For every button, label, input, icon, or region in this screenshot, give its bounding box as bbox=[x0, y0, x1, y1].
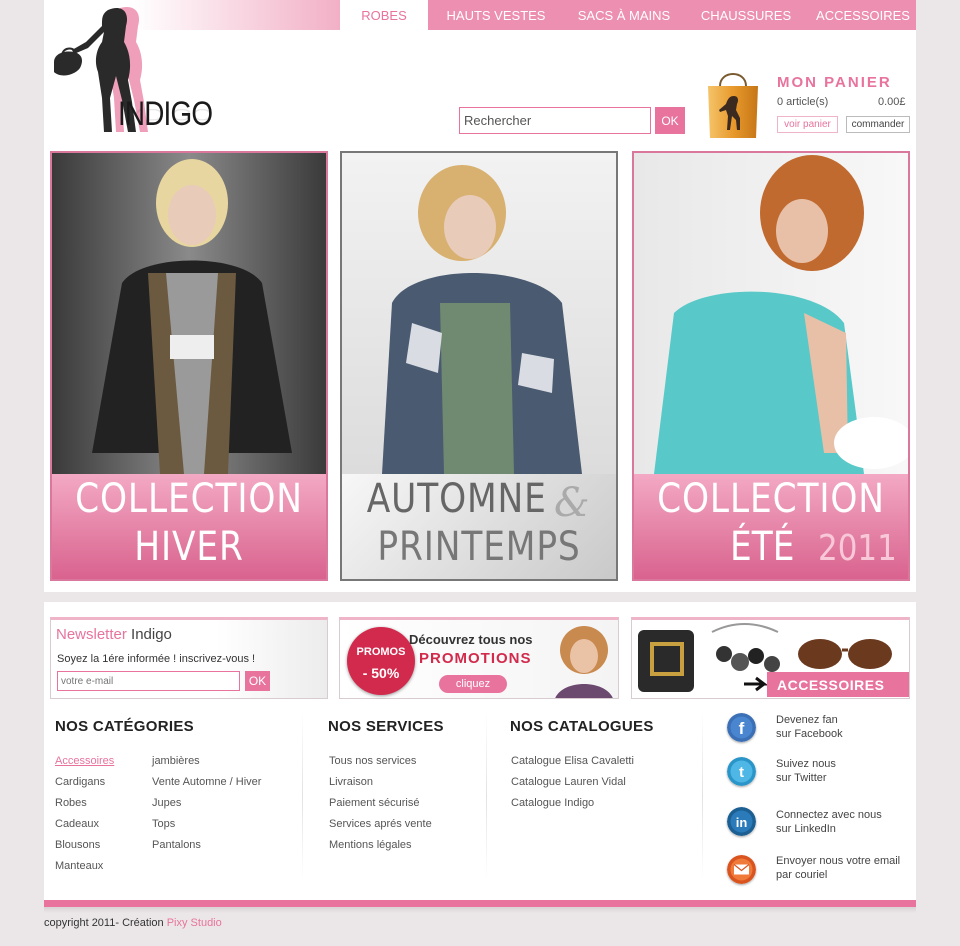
service-link[interactable]: Mentions légales bbox=[329, 839, 412, 851]
category-link[interactable]: jambières bbox=[152, 755, 200, 767]
copyright: copyright 2011- Création Pixy Studio bbox=[44, 917, 222, 929]
banner-year: 2011 bbox=[818, 528, 897, 569]
promo-model-photo bbox=[555, 626, 613, 698]
banner-ampersand: & bbox=[554, 480, 590, 526]
newsletter-text: Soyez la 1ére informée ! inscrivez-vous … bbox=[57, 653, 256, 665]
category-link[interactable]: Vente Automne / Hiver bbox=[152, 776, 261, 788]
column-divider bbox=[702, 712, 703, 880]
catalogue-link[interactable]: Catalogue Lauren Vidal bbox=[511, 776, 626, 788]
nav-accessoires[interactable]: ACCESSOIRES bbox=[808, 0, 918, 30]
promo-click-button[interactable]: cliquez bbox=[439, 675, 507, 693]
social-twitter-text[interactable]: Suivez nous sur Twitter bbox=[776, 757, 916, 785]
newsletter-email-input[interactable] bbox=[57, 671, 240, 691]
social-facebook-text[interactable]: Devenez fan sur Facebook bbox=[776, 713, 916, 741]
catalogues-title: NOS CATALOGUES bbox=[510, 718, 654, 735]
services-title: NOS SERVICES bbox=[328, 718, 444, 735]
svg-text:in: in bbox=[736, 815, 748, 830]
promo-badge-discount: - 50% bbox=[362, 665, 400, 681]
newsletter-submit-button[interactable]: OK bbox=[245, 671, 270, 691]
model-photo bbox=[634, 153, 908, 474]
service-link[interactable]: Tous nos services bbox=[329, 755, 416, 767]
svg-text:t: t bbox=[739, 764, 744, 781]
social-email-text[interactable]: Envoyer nous votre email par couriel bbox=[776, 854, 916, 882]
search-button[interactable]: OK bbox=[655, 107, 685, 134]
social-linkedin-text[interactable]: Connectez avec nous sur LinkedIn bbox=[776, 808, 916, 836]
catalogue-link[interactable]: Catalogue Elisa Cavaletti bbox=[511, 755, 634, 767]
email-icon[interactable] bbox=[727, 855, 756, 884]
promo-badge-label: PROMOS bbox=[356, 646, 406, 658]
category-link[interactable]: Manteaux bbox=[55, 860, 103, 872]
service-link[interactable]: Livraison bbox=[329, 776, 373, 788]
nav-chaussures[interactable]: CHAUSSURES bbox=[692, 0, 800, 30]
logo-reflection: INDIGO bbox=[118, 105, 213, 124]
category-link[interactable]: Cardigans bbox=[55, 776, 105, 788]
studio-link[interactable]: Pixy Studio bbox=[167, 917, 222, 929]
banner-automne-printemps[interactable]: AUTOMNE & PRINTEMPS bbox=[340, 151, 618, 581]
banner-collection-hiver[interactable]: COLLECTION HIVER bbox=[50, 151, 328, 581]
cart-count: 0 article(s) bbox=[777, 96, 829, 108]
banner-caption: COLLECTION ÉTÉ 2011 bbox=[634, 474, 908, 579]
category-link[interactable]: Pantalons bbox=[152, 839, 201, 851]
search-input[interactable] bbox=[459, 107, 651, 134]
banner-line2: ÉTÉ bbox=[730, 524, 795, 570]
category-link[interactable]: Accessoires bbox=[55, 755, 114, 767]
cart-total: 0.00£ bbox=[878, 96, 906, 108]
cart-title: MON PANIER bbox=[777, 74, 892, 91]
banner-caption: COLLECTION HIVER bbox=[52, 474, 326, 579]
footer-shadow bbox=[44, 907, 916, 913]
banner-line1: COLLECTION bbox=[75, 476, 303, 522]
facebook-icon[interactable]: f bbox=[727, 713, 756, 742]
linkedin-icon[interactable]: in bbox=[727, 807, 756, 836]
category-link[interactable]: Tops bbox=[152, 818, 175, 830]
banner-line2: PRINTEMPS bbox=[377, 524, 581, 570]
column-divider bbox=[486, 712, 487, 880]
nav-sacs-a-mains[interactable]: SACS À MAINS bbox=[564, 0, 684, 30]
twitter-icon[interactable]: t bbox=[727, 757, 756, 786]
model-photo bbox=[342, 153, 616, 474]
categories-title: NOS CATÉGORIES bbox=[55, 718, 194, 735]
category-link[interactable]: Blousons bbox=[55, 839, 100, 851]
order-button[interactable]: commander bbox=[846, 116, 910, 133]
category-link[interactable]: Robes bbox=[55, 797, 87, 809]
view-cart-button[interactable]: voir panier bbox=[777, 116, 838, 133]
promo-heading: PROMOTIONS bbox=[419, 650, 532, 667]
category-link[interactable]: Jupes bbox=[152, 797, 181, 809]
banner-collection-ete[interactable]: COLLECTION ÉTÉ 2011 bbox=[632, 151, 910, 581]
column-divider bbox=[302, 712, 303, 880]
banner-caption: AUTOMNE & PRINTEMPS bbox=[342, 474, 616, 579]
banner-line2: HIVER bbox=[134, 524, 244, 570]
service-link[interactable]: Services aprés vente bbox=[329, 818, 432, 830]
banner-line1: COLLECTION bbox=[657, 476, 885, 522]
catalogue-link[interactable]: Catalogue Indigo bbox=[511, 797, 594, 809]
nav-hauts-vestes[interactable]: HAUTS VESTES bbox=[432, 0, 560, 30]
promo-text: Découvrez tous nos bbox=[409, 632, 533, 647]
footer-divider bbox=[44, 900, 916, 907]
svg-text:f: f bbox=[739, 719, 745, 738]
newsletter-title: Newsletter Indigo bbox=[56, 626, 172, 643]
service-link[interactable]: Paiement sécurisé bbox=[329, 797, 420, 809]
promo-badge[interactable] bbox=[347, 627, 415, 695]
accessories-label[interactable]: ACCESSOIRES bbox=[767, 672, 909, 697]
model-photo bbox=[52, 153, 326, 474]
nav-robes[interactable]: ROBES bbox=[340, 0, 428, 30]
category-link[interactable]: Cadeaux bbox=[55, 818, 99, 830]
shopping-bag-icon[interactable] bbox=[704, 66, 762, 140]
